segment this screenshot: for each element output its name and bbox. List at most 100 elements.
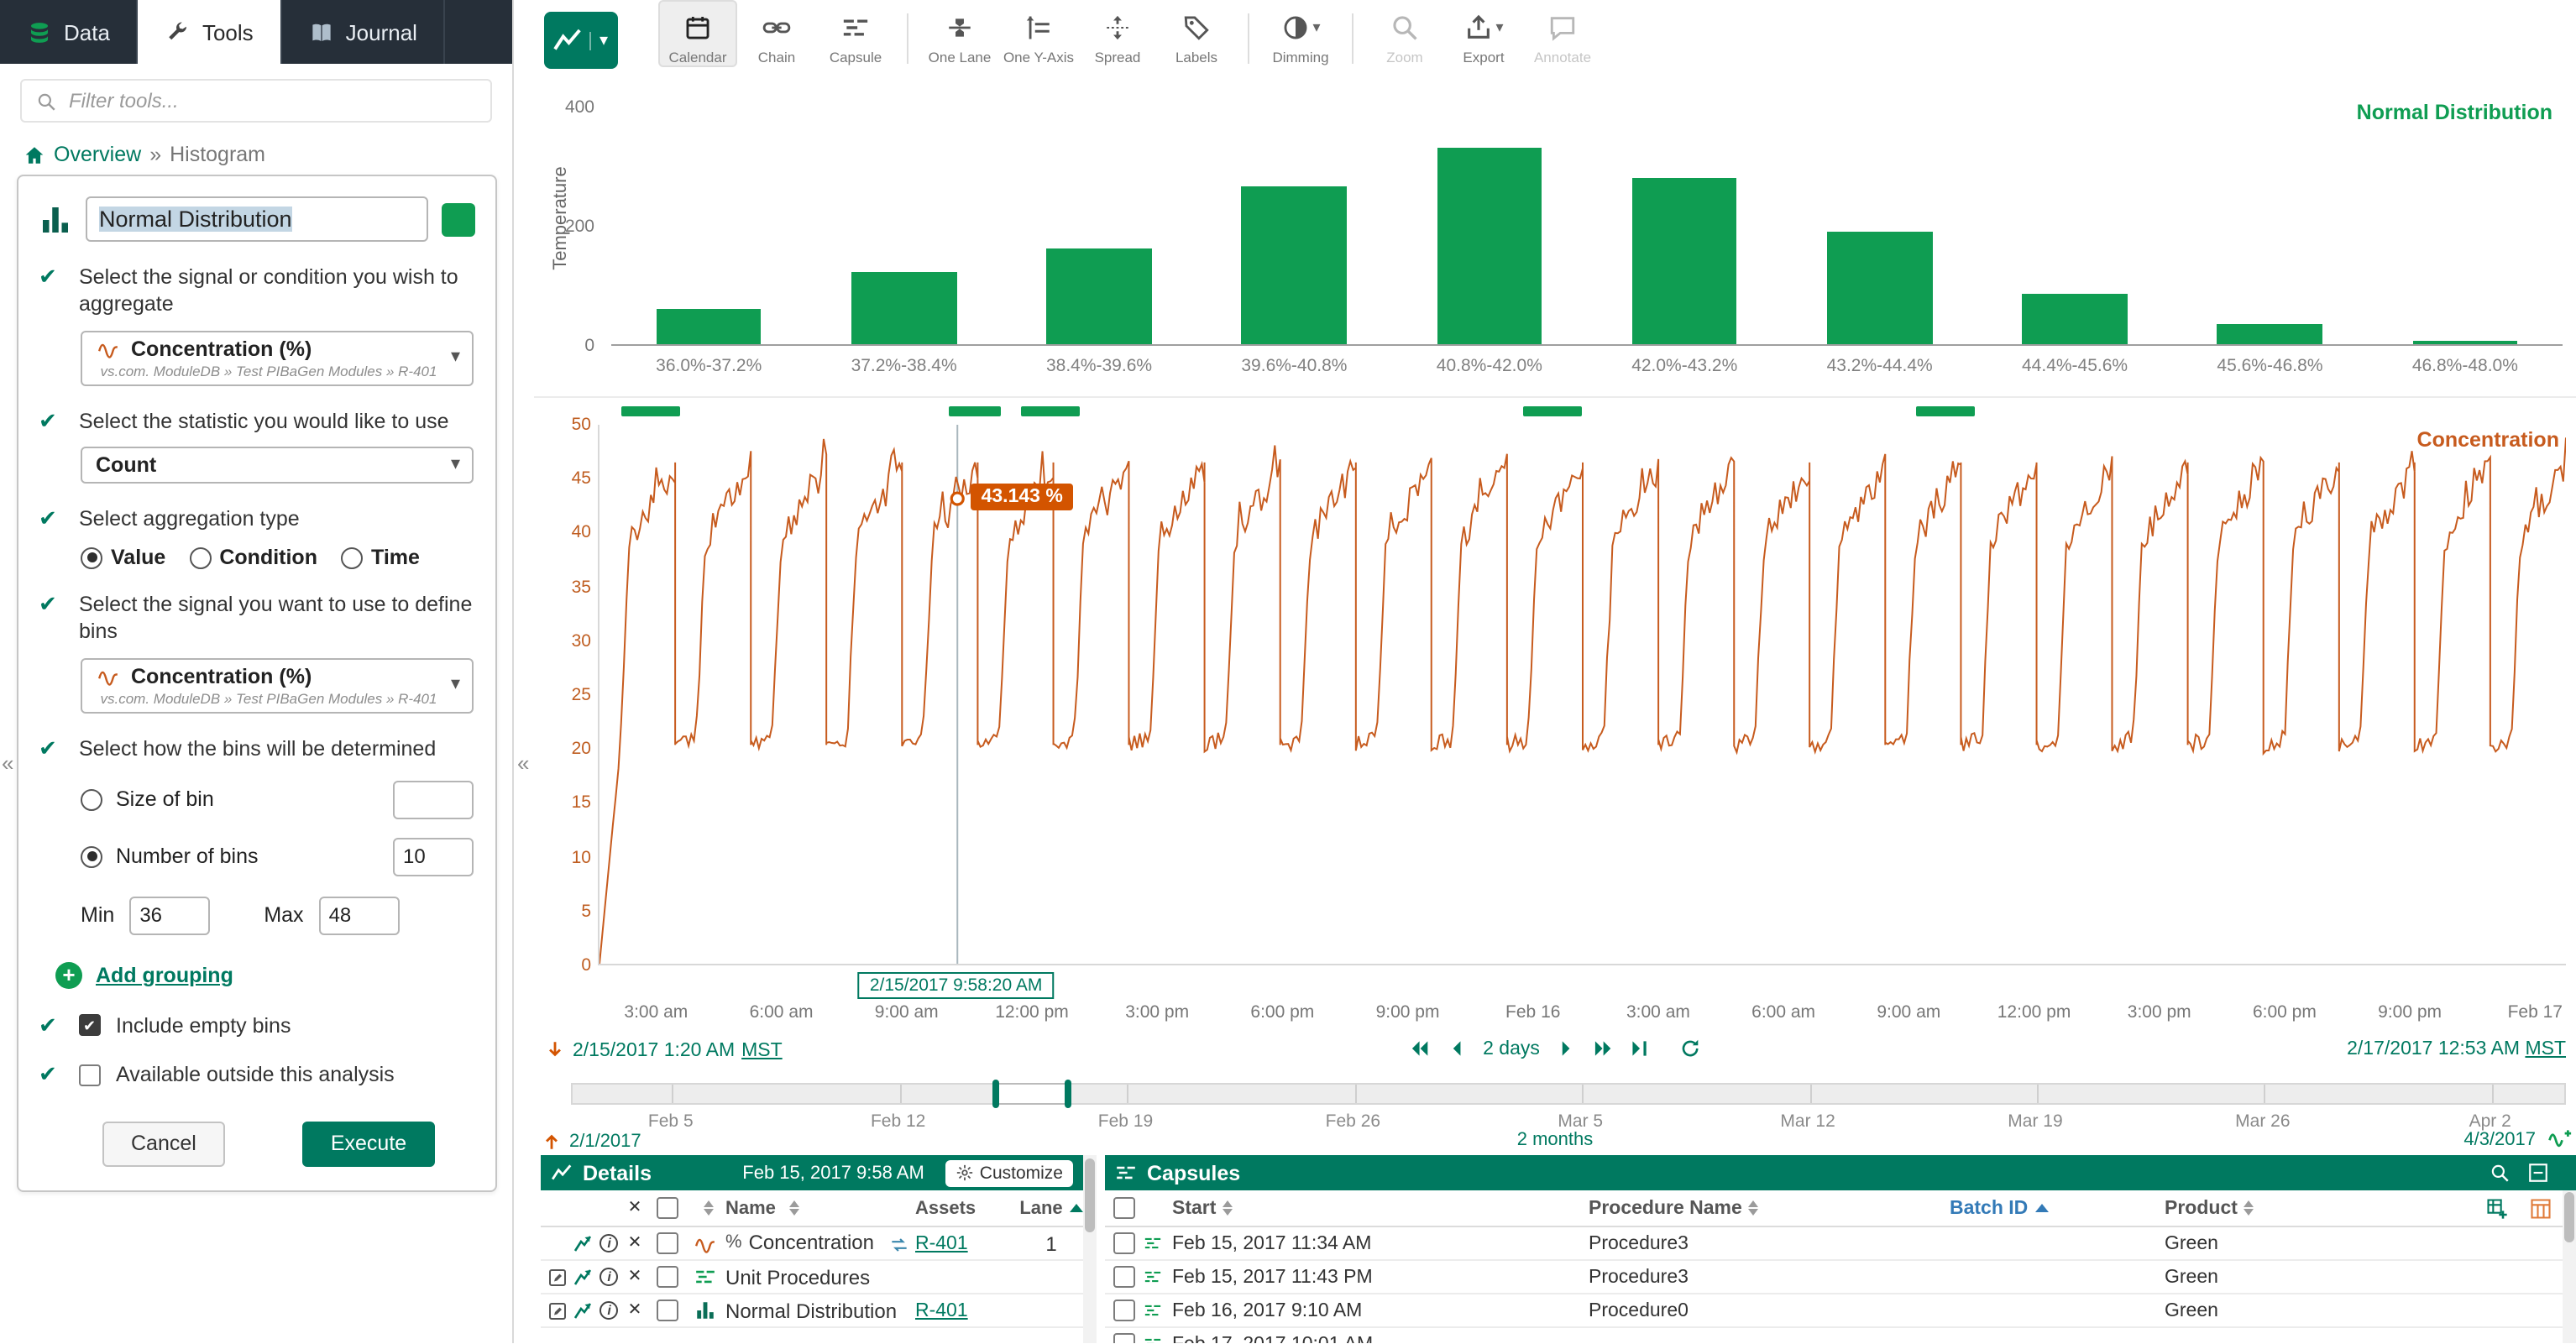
histogram-bar[interactable]: [2022, 294, 2127, 344]
toolbar-button-annotate[interactable]: Annotate: [1523, 0, 1602, 67]
info-icon[interactable]: i: [600, 1301, 619, 1320]
push-to-trend-icon[interactable]: [573, 1267, 594, 1287]
toolbar-button-one-y-axis[interactable]: One Y-Axis: [999, 0, 1078, 67]
remove-item-icon[interactable]: ✕: [628, 1268, 642, 1285]
histogram-bar[interactable]: [2217, 323, 2322, 344]
tab-journal[interactable]: Journal: [282, 0, 446, 64]
table-view-icon[interactable]: [2529, 1196, 2552, 1220]
histogram-bar[interactable]: [1632, 177, 1737, 344]
info-icon[interactable]: i: [600, 1268, 619, 1286]
aggregation-type-time[interactable]: Time: [341, 546, 420, 569]
tab-tools[interactable]: Tools: [139, 0, 282, 64]
color-swatch[interactable]: [442, 202, 475, 236]
toolbar-button-chain[interactable]: Chain: [737, 0, 816, 67]
capsule-row[interactable]: Feb 15, 2017 11:34 AM Procedure3 Green: [1105, 1227, 2576, 1261]
push-to-trend-icon[interactable]: [573, 1300, 594, 1320]
scrubber-start-date[interactable]: 2/1/2017: [569, 1131, 641, 1151]
include-empty-bins-checkbox[interactable]: [79, 1014, 101, 1036]
column-header-assets[interactable]: Assets: [915, 1198, 1019, 1218]
minimize-panel-icon[interactable]: [2527, 1162, 2549, 1184]
number-of-bins-radio[interactable]: [81, 846, 102, 868]
tool-name-input[interactable]: Normal Distribution: [86, 196, 428, 242]
histogram-bar[interactable]: [851, 273, 956, 344]
toolbar-button-export[interactable]: Export: [1444, 0, 1523, 67]
range-start-text[interactable]: 2/15/2017 1:20 AM: [573, 1040, 735, 1060]
auto-update-icon[interactable]: [2547, 1127, 2573, 1152]
edit-properties-icon[interactable]: [547, 1267, 568, 1287]
size-of-bin-input[interactable]: [393, 781, 474, 819]
asset-link[interactable]: R-401: [915, 1300, 968, 1320]
add-column-icon[interactable]: [2485, 1196, 2509, 1220]
toolbar-button-labels[interactable]: Labels: [1157, 0, 1236, 67]
fast-rewind-button[interactable]: [1409, 1038, 1431, 1059]
scrubber-left-handle[interactable]: [992, 1080, 999, 1108]
column-header-start[interactable]: Start: [1172, 1198, 1589, 1218]
details-row[interactable]: i ✕ %Concentration R-401 1: [541, 1227, 1083, 1261]
histogram-bar[interactable]: [1242, 186, 1347, 344]
histogram-bar[interactable]: [1437, 148, 1542, 344]
toolbar-button-one-lane[interactable]: One Lane: [920, 0, 999, 67]
details-scrollbar[interactable]: [1083, 1155, 1097, 1343]
column-header-lane[interactable]: Lane: [1019, 1198, 1083, 1218]
capsule-row[interactable]: Feb 16, 2017 9:10 AM Procedure0 Green: [1105, 1294, 2576, 1328]
timezone-link[interactable]: MST: [741, 1040, 783, 1060]
home-icon[interactable]: [24, 144, 45, 165]
asset-link[interactable]: R-401: [915, 1233, 968, 1253]
customize-button[interactable]: Customize: [946, 1159, 1073, 1186]
condition-capsule[interactable]: [1021, 406, 1080, 416]
scrubber-right-handle[interactable]: [1064, 1080, 1071, 1108]
info-icon[interactable]: i: [600, 1234, 619, 1252]
toolbar-button-capsule[interactable]: Capsule: [816, 0, 895, 67]
column-header-batch-id[interactable]: Batch ID: [1950, 1198, 2165, 1218]
capsule-row[interactable]: Feb 17, 2017 10:01 AM: [1105, 1328, 2576, 1343]
toolbar-button-calendar[interactable]: Calendar: [658, 0, 737, 67]
column-header-name[interactable]: Name: [725, 1198, 915, 1218]
fast-forward-button[interactable]: [1592, 1038, 1614, 1059]
display-duration[interactable]: 2 days: [1483, 1038, 1540, 1059]
select-all-checkbox[interactable]: [656, 1197, 678, 1219]
refresh-button[interactable]: [1679, 1038, 1701, 1059]
capsule-checkbox[interactable]: [1113, 1266, 1134, 1288]
available-outside-this-analysis-checkbox[interactable]: [79, 1064, 101, 1085]
condition-capsule[interactable]: [1916, 406, 1975, 416]
min-input[interactable]: [129, 897, 210, 935]
statistic-select[interactable]: Count: [81, 447, 474, 484]
histogram-bar[interactable]: [656, 308, 761, 344]
condition-capsule[interactable]: [1523, 406, 1582, 416]
timezone-link[interactable]: MST: [2525, 1039, 2566, 1059]
scrollbar-thumb[interactable]: [2564, 1192, 2574, 1242]
radio-icon[interactable]: [341, 546, 363, 568]
capsule-checkbox[interactable]: [1113, 1333, 1134, 1343]
row-checkbox[interactable]: [656, 1232, 678, 1254]
view-selector-button[interactable]: [544, 12, 618, 69]
filter-tools-input[interactable]: [69, 89, 477, 112]
collapse-left-handle[interactable]: [2, 750, 13, 776]
breadcrumb-home[interactable]: Overview: [54, 143, 141, 166]
scrollbar-thumb[interactable]: [1085, 1158, 1095, 1232]
details-row[interactable]: i ✕ Normal Distribution R-401: [541, 1294, 1083, 1328]
capsule-checkbox[interactable]: [1113, 1232, 1134, 1254]
radio-icon[interactable]: [81, 546, 102, 568]
toolbar-button-dimming[interactable]: Dimming: [1261, 0, 1340, 67]
toolbar-button-spread[interactable]: Spread: [1078, 0, 1157, 67]
histogram-bar[interactable]: [1046, 248, 1151, 344]
step-forward-button[interactable]: [1555, 1038, 1577, 1059]
capsules-scrollbar[interactable]: [2563, 1190, 2576, 1343]
scrubber-end-date[interactable]: 4/3/2017: [2463, 1130, 2536, 1150]
bin-signal-select[interactable]: Concentration (%) vs.com. ModuleDB » Tes…: [81, 657, 474, 713]
condition-capsule[interactable]: [948, 406, 1001, 416]
histogram-bar[interactable]: [2412, 341, 2517, 344]
details-row[interactable]: i ✕ Unit Procedures: [541, 1261, 1083, 1294]
capsule-search-icon[interactable]: [2489, 1162, 2511, 1184]
row-checkbox[interactable]: [656, 1266, 678, 1288]
aggregation-type-value[interactable]: Value: [81, 546, 165, 569]
step-back-button[interactable]: [1446, 1038, 1468, 1059]
tab-data[interactable]: Data: [0, 0, 139, 64]
sort-type-control[interactable]: [704, 1200, 714, 1216]
radio-icon[interactable]: [189, 546, 211, 568]
histogram-bar[interactable]: [1827, 231, 1932, 344]
column-header-procedure-name[interactable]: Procedure Name: [1589, 1198, 1950, 1218]
edit-properties-icon[interactable]: [547, 1300, 568, 1320]
asset-swap-icon[interactable]: [888, 1232, 910, 1256]
select-all-capsules-checkbox[interactable]: [1113, 1197, 1134, 1219]
